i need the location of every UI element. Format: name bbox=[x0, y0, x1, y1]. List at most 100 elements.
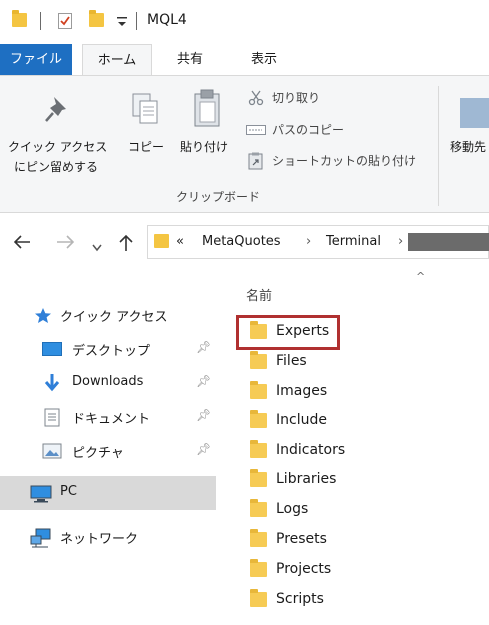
list-item[interactable]: Presets bbox=[248, 526, 468, 554]
redacted-breadcrumb bbox=[408, 233, 489, 251]
file-name: Libraries bbox=[276, 471, 337, 487]
clipboard-group-label: クリップボード bbox=[176, 190, 261, 204]
star-icon bbox=[35, 308, 51, 323]
toolbar-separator bbox=[40, 12, 41, 30]
copy-label: コピー bbox=[128, 140, 165, 154]
sidebar-item-pc[interactable]: PC bbox=[0, 476, 216, 510]
column-header-name[interactable]: 名前 bbox=[246, 285, 272, 304]
sidebar-item-label: Downloads bbox=[72, 374, 144, 389]
folder-icon bbox=[250, 559, 267, 577]
folder-icon bbox=[250, 469, 267, 487]
new-folder-icon[interactable] bbox=[89, 10, 104, 27]
ribbon-panel: クイック アクセス にピン留めする コピー 貼り付け 切り取り パスのコピー シ… bbox=[0, 75, 489, 213]
copy-path-icon bbox=[246, 125, 266, 135]
ribbon-tabs: ファイル ホーム 共有 表示 bbox=[0, 44, 489, 76]
list-item[interactable]: Files bbox=[248, 348, 468, 376]
pc-icon bbox=[30, 485, 52, 503]
file-name: Files bbox=[276, 353, 307, 369]
highlight-annotation bbox=[236, 315, 340, 350]
customize-toolbar-icon[interactable] bbox=[116, 14, 128, 28]
list-item[interactable]: Include bbox=[248, 407, 468, 435]
sort-ascending-icon: ^ bbox=[416, 270, 426, 283]
paste-label: 貼り付け bbox=[180, 140, 229, 154]
cut-label: 切り取り bbox=[272, 91, 321, 105]
pin-icon: 📌︎ bbox=[196, 374, 212, 388]
file-name: Indicators bbox=[276, 442, 346, 458]
address-bar[interactable]: « MetaQuotes › Terminal › bbox=[147, 225, 489, 259]
sidebar-item-label: クイック アクセス bbox=[60, 310, 168, 325]
move-to-icon bbox=[460, 98, 489, 128]
file-name: Images bbox=[276, 383, 328, 399]
sidebar-item-network[interactable]: ネットワーク bbox=[0, 520, 216, 554]
forward-arrow-icon[interactable] bbox=[56, 234, 75, 253]
folder-icon bbox=[250, 589, 267, 607]
pin-icon bbox=[45, 97, 66, 122]
up-arrow-icon[interactable] bbox=[118, 234, 134, 256]
tab-file[interactable]: ファイル bbox=[0, 44, 72, 76]
file-name: Include bbox=[276, 412, 327, 428]
download-icon bbox=[44, 374, 60, 392]
breadcrumb-separator-icon[interactable]: › bbox=[306, 234, 311, 249]
paste-button[interactable]: 貼り付け bbox=[176, 76, 238, 184]
pin-label-line1: クイック アクセス bbox=[8, 140, 108, 154]
copy-button[interactable]: コピー bbox=[124, 76, 168, 184]
copy-icon bbox=[132, 93, 158, 124]
folder-icon bbox=[250, 381, 267, 399]
copy-path-label: パスのコピー bbox=[272, 123, 345, 137]
network-icon bbox=[30, 528, 51, 548]
move-to-button[interactable]: 移動先 bbox=[446, 76, 489, 184]
sidebar-item-documents[interactable]: ドキュメント 📌︎ bbox=[0, 400, 216, 434]
pin-icon: 📌︎ bbox=[196, 442, 212, 456]
address-overflow-chevron[interactable]: « bbox=[176, 234, 184, 249]
copy-path-button[interactable]: パスのコピー bbox=[246, 120, 436, 142]
pin-icon: 📌︎ bbox=[196, 408, 212, 422]
pin-to-quick-access-button[interactable]: クイック アクセス にピン留めする bbox=[0, 76, 118, 184]
tab-share[interactable]: 共有 bbox=[166, 44, 214, 76]
pin-icon: 📌︎ bbox=[196, 340, 212, 354]
sidebar-item-pictures[interactable]: ピクチャ 📌︎ bbox=[0, 434, 216, 468]
cut-button[interactable]: 切り取り bbox=[246, 88, 436, 110]
folder-icon bbox=[250, 440, 267, 458]
list-item[interactable]: Indicators bbox=[248, 437, 468, 465]
folder-icon bbox=[250, 529, 267, 547]
folder-icon bbox=[250, 499, 267, 517]
window-title: MQL4 bbox=[147, 12, 187, 28]
toolbar-separator bbox=[136, 12, 137, 30]
properties-icon[interactable] bbox=[58, 13, 72, 29]
navigation-pane: クイック アクセス デスクトップ 📌︎ Downloads 📌︎ ドキュメント … bbox=[0, 290, 216, 625]
list-item[interactable]: Images bbox=[248, 378, 468, 406]
document-icon bbox=[44, 408, 60, 427]
list-item[interactable]: Libraries bbox=[248, 466, 468, 494]
sidebar-item-label: PC bbox=[60, 484, 77, 499]
breadcrumb-terminal[interactable]: Terminal bbox=[326, 234, 381, 249]
file-name: Logs bbox=[276, 501, 309, 517]
desktop-icon bbox=[42, 342, 62, 356]
sidebar-item-quick-access[interactable]: クイック アクセス bbox=[0, 298, 216, 332]
tab-view[interactable]: 表示 bbox=[240, 44, 288, 76]
title-bar: MQL4 bbox=[0, 0, 489, 44]
folder-icon bbox=[250, 351, 267, 369]
paste-shortcut-button[interactable]: ショートカットの貼り付け bbox=[246, 150, 436, 172]
sidebar-item-label: ピクチャ bbox=[72, 446, 124, 461]
list-item[interactable]: Projects bbox=[248, 556, 468, 584]
tab-home[interactable]: ホーム bbox=[82, 44, 152, 76]
list-item[interactable]: Logs bbox=[248, 496, 468, 524]
folder-icon[interactable] bbox=[12, 10, 27, 27]
back-arrow-icon[interactable] bbox=[13, 234, 32, 253]
recent-locations-chevron-icon[interactable] bbox=[92, 237, 102, 256]
scissors-icon bbox=[248, 90, 264, 106]
clipboard-icon bbox=[194, 89, 220, 127]
folder-icon bbox=[250, 410, 267, 428]
list-item[interactable]: Scripts bbox=[248, 586, 468, 614]
sidebar-item-desktop[interactable]: デスクトップ 📌︎ bbox=[0, 332, 216, 366]
breadcrumb-metaquotes[interactable]: MetaQuotes bbox=[202, 234, 281, 249]
breadcrumb-separator-icon[interactable]: › bbox=[398, 234, 403, 249]
pin-label-line2: にピン留めする bbox=[14, 160, 99, 174]
sidebar-item-downloads[interactable]: Downloads 📌︎ bbox=[0, 366, 216, 400]
ribbon-separator bbox=[438, 86, 439, 206]
file-name: Presets bbox=[276, 531, 327, 547]
sidebar-item-label: ネットワーク bbox=[60, 532, 139, 547]
file-name: Scripts bbox=[276, 591, 324, 607]
sidebar-item-label: ドキュメント bbox=[72, 412, 151, 427]
move-to-label: 移動先 bbox=[450, 140, 487, 154]
